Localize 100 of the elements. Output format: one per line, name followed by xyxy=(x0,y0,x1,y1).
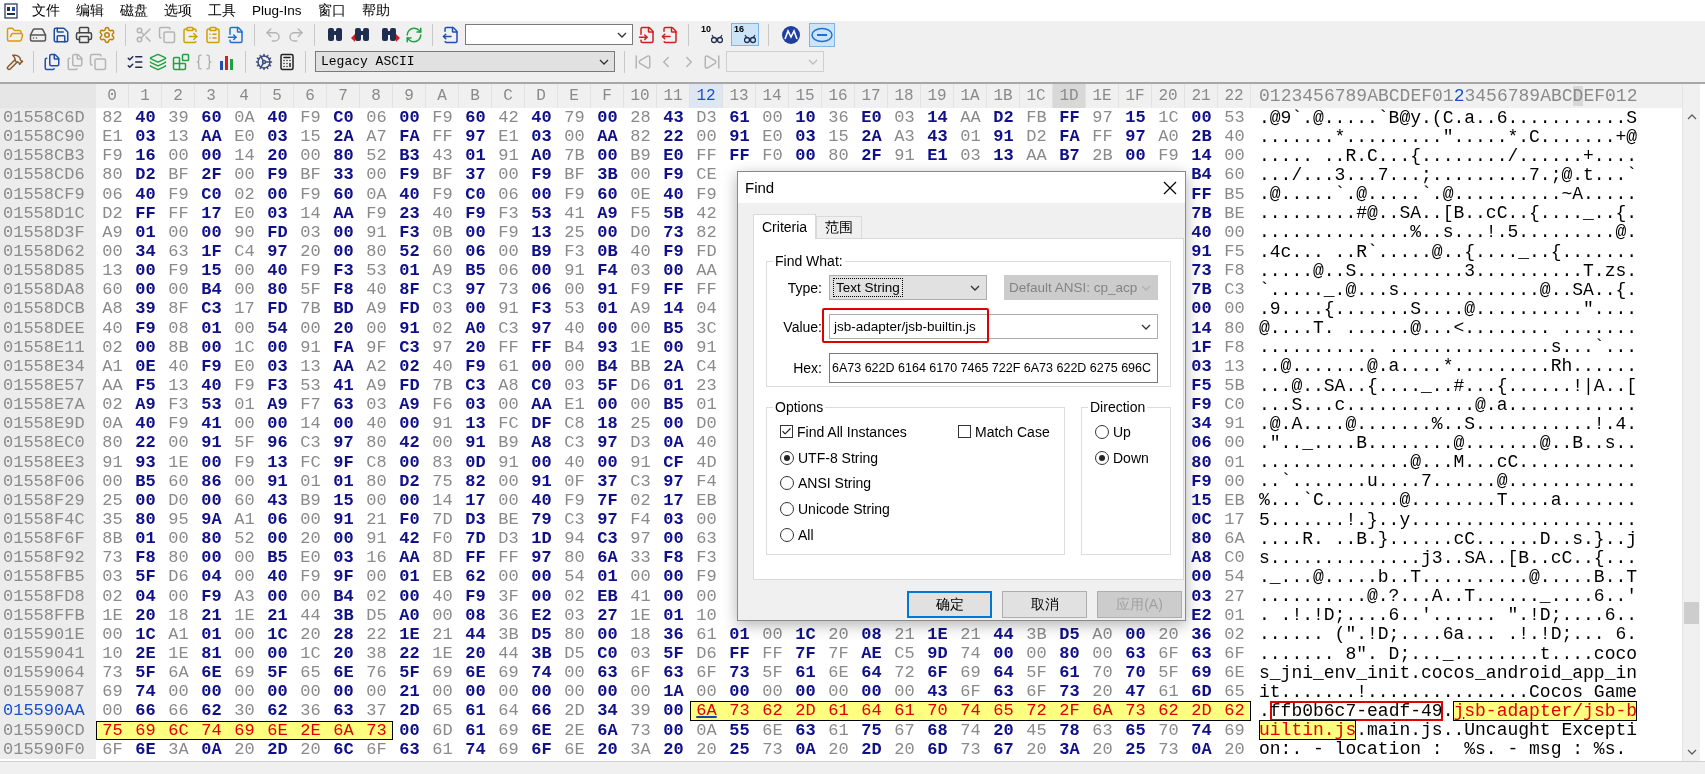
hex-cell-text: 64 xyxy=(860,663,883,683)
hex-cell-text: 4D xyxy=(695,452,718,472)
hex-cell-text: F9 xyxy=(398,165,421,185)
menu-item[interactable]: 文件 xyxy=(24,1,68,20)
hex-cell-text: 17 xyxy=(1223,509,1246,530)
hex-cell-text: 17 xyxy=(464,490,487,510)
byte-order-button[interactable] xyxy=(809,22,836,47)
hex-cell-text: B4 xyxy=(332,586,355,606)
hex-cell-text: 03 xyxy=(629,261,652,281)
file-export-icon[interactable] xyxy=(442,25,460,44)
hex-cell-text: 60 xyxy=(596,184,619,204)
hex-cell-text: 01 xyxy=(134,529,157,549)
dialog-tab[interactable]: 范围 xyxy=(816,216,863,238)
hex-field[interactable]: 6A73 622D 6164 6170 7465 722F 6A73 622D 6275 696C xyxy=(829,353,1158,383)
number-base-button[interactable]: 10 xyxy=(698,23,726,46)
hex-cell-text: 00 xyxy=(398,414,421,434)
radio-button[interactable] xyxy=(780,476,794,491)
radio-button[interactable] xyxy=(780,450,794,465)
hex-cell-text: 54 xyxy=(1223,567,1246,587)
dialog-button[interactable]: 确定 xyxy=(907,591,992,618)
hex-cell: 73 xyxy=(1119,701,1152,721)
calculator-icon[interactable] xyxy=(278,52,296,71)
checkbox[interactable] xyxy=(780,425,793,439)
files-icon[interactable] xyxy=(43,52,61,71)
save-icon[interactable] xyxy=(52,25,70,44)
file-export-icon[interactable] xyxy=(661,25,679,44)
blocks-icon[interactable] xyxy=(172,52,190,71)
hex-cell-text: 00 xyxy=(266,337,289,357)
hex-cell-text: FF xyxy=(464,548,487,568)
scroll-down-icon[interactable] xyxy=(1686,749,1697,755)
hex-cell-text: 25 xyxy=(629,414,652,434)
hex-cell-text: C3 xyxy=(431,280,454,300)
hex-cell-text: 36 xyxy=(1190,624,1213,644)
menu-item[interactable]: 窗口 xyxy=(309,1,354,20)
scroll-bar[interactable] xyxy=(1682,84,1700,761)
hex-cell-text: CE xyxy=(695,165,718,185)
hex-cell-text: FB xyxy=(1025,108,1048,128)
menu-item[interactable]: 磁盘 xyxy=(112,1,156,20)
hex-cell-text: 42 xyxy=(497,108,520,128)
radio-button[interactable] xyxy=(780,527,794,542)
hex-cell-text: F9 xyxy=(167,261,190,281)
hex-cell-text: 00 xyxy=(563,356,586,376)
hex-cell-text: 00 xyxy=(761,682,784,702)
hex-cell-text: 3C xyxy=(695,318,718,338)
hex-cell-text: A0 xyxy=(530,146,553,166)
hex-cell-text: 20 xyxy=(299,624,322,644)
hex-cell-text: 91 xyxy=(497,299,520,319)
hex-cell-text: C0 xyxy=(200,184,223,204)
hex-cell-text: 62 xyxy=(464,567,487,587)
hex-cell-text: 61 xyxy=(464,720,487,740)
radio-button[interactable] xyxy=(1095,450,1109,465)
close-icon[interactable] xyxy=(1163,180,1177,195)
hex-cell-text: 60 xyxy=(431,242,454,262)
scroll-up-icon[interactable] xyxy=(1686,114,1697,120)
hex-cell-text: 33 xyxy=(332,165,355,185)
hex-cell-text: 02 xyxy=(101,337,124,357)
dialog-tab[interactable]: Criteria xyxy=(753,214,817,239)
menu-item[interactable]: Plug-Ins xyxy=(244,3,310,18)
clipboard-list-icon[interactable] xyxy=(204,25,222,44)
hammer-icon[interactable] xyxy=(6,52,24,71)
settings-icon[interactable] xyxy=(98,25,116,44)
hex-cell-text: 74 xyxy=(959,643,982,664)
hex-cell-text: 40 xyxy=(200,375,223,396)
hex-cell-text: 0F xyxy=(563,471,586,491)
type-dropdown[interactable]: Text String xyxy=(829,275,987,300)
hex-cell-text: 00 xyxy=(167,586,190,606)
radio-button[interactable] xyxy=(1095,424,1109,439)
menu-item[interactable]: 工具 xyxy=(200,1,244,20)
refresh-icon[interactable] xyxy=(405,25,423,44)
number-base-button[interactable]: 16 xyxy=(731,23,760,46)
checkbox[interactable] xyxy=(958,425,971,439)
dialog-button[interactable]: 取消 xyxy=(1002,591,1087,618)
search-dropdown[interactable] xyxy=(465,24,633,45)
hex-cell-text: 80 xyxy=(1190,452,1213,472)
hex-cell-text: 80 xyxy=(827,146,850,166)
clipboard-icon[interactable] xyxy=(181,25,199,44)
hex-cell-text: 65 xyxy=(299,663,322,683)
menu-item[interactable]: 帮助 xyxy=(353,1,398,20)
address-cell: 01558F06 xyxy=(0,471,96,491)
value-dropdown[interactable]: jsb-adapter/jsb-builtin.js xyxy=(829,314,1158,339)
hex-cell-text: 70 xyxy=(1091,663,1114,683)
hex-cell: 75 xyxy=(96,720,129,740)
layers-icon[interactable] xyxy=(149,52,167,71)
drive-icon[interactable] xyxy=(29,25,47,44)
hex-cell-text: 3B xyxy=(530,643,553,664)
file-import-icon[interactable] xyxy=(227,25,245,44)
hex-cell-text: 00 xyxy=(332,242,355,262)
radio-button[interactable] xyxy=(780,501,794,516)
address-cell: 01558F6F xyxy=(0,529,96,549)
file-import-icon[interactable] xyxy=(638,25,656,44)
printer-icon[interactable] xyxy=(75,25,93,44)
hex-cell-text: 21 xyxy=(266,605,289,625)
hex-cell-text: 73 xyxy=(101,663,124,683)
scroll-thumb[interactable] xyxy=(1684,602,1699,624)
hex-cell-text: 34 xyxy=(1190,414,1213,434)
gear-icon[interactable] xyxy=(255,52,273,71)
menu-item[interactable]: 编辑 xyxy=(68,1,112,20)
encoding-dropdown[interactable]: Legacy ASCII xyxy=(315,51,615,72)
menu-item[interactable]: 选项 xyxy=(156,1,200,20)
hex-cell-text: 00 xyxy=(695,127,718,147)
